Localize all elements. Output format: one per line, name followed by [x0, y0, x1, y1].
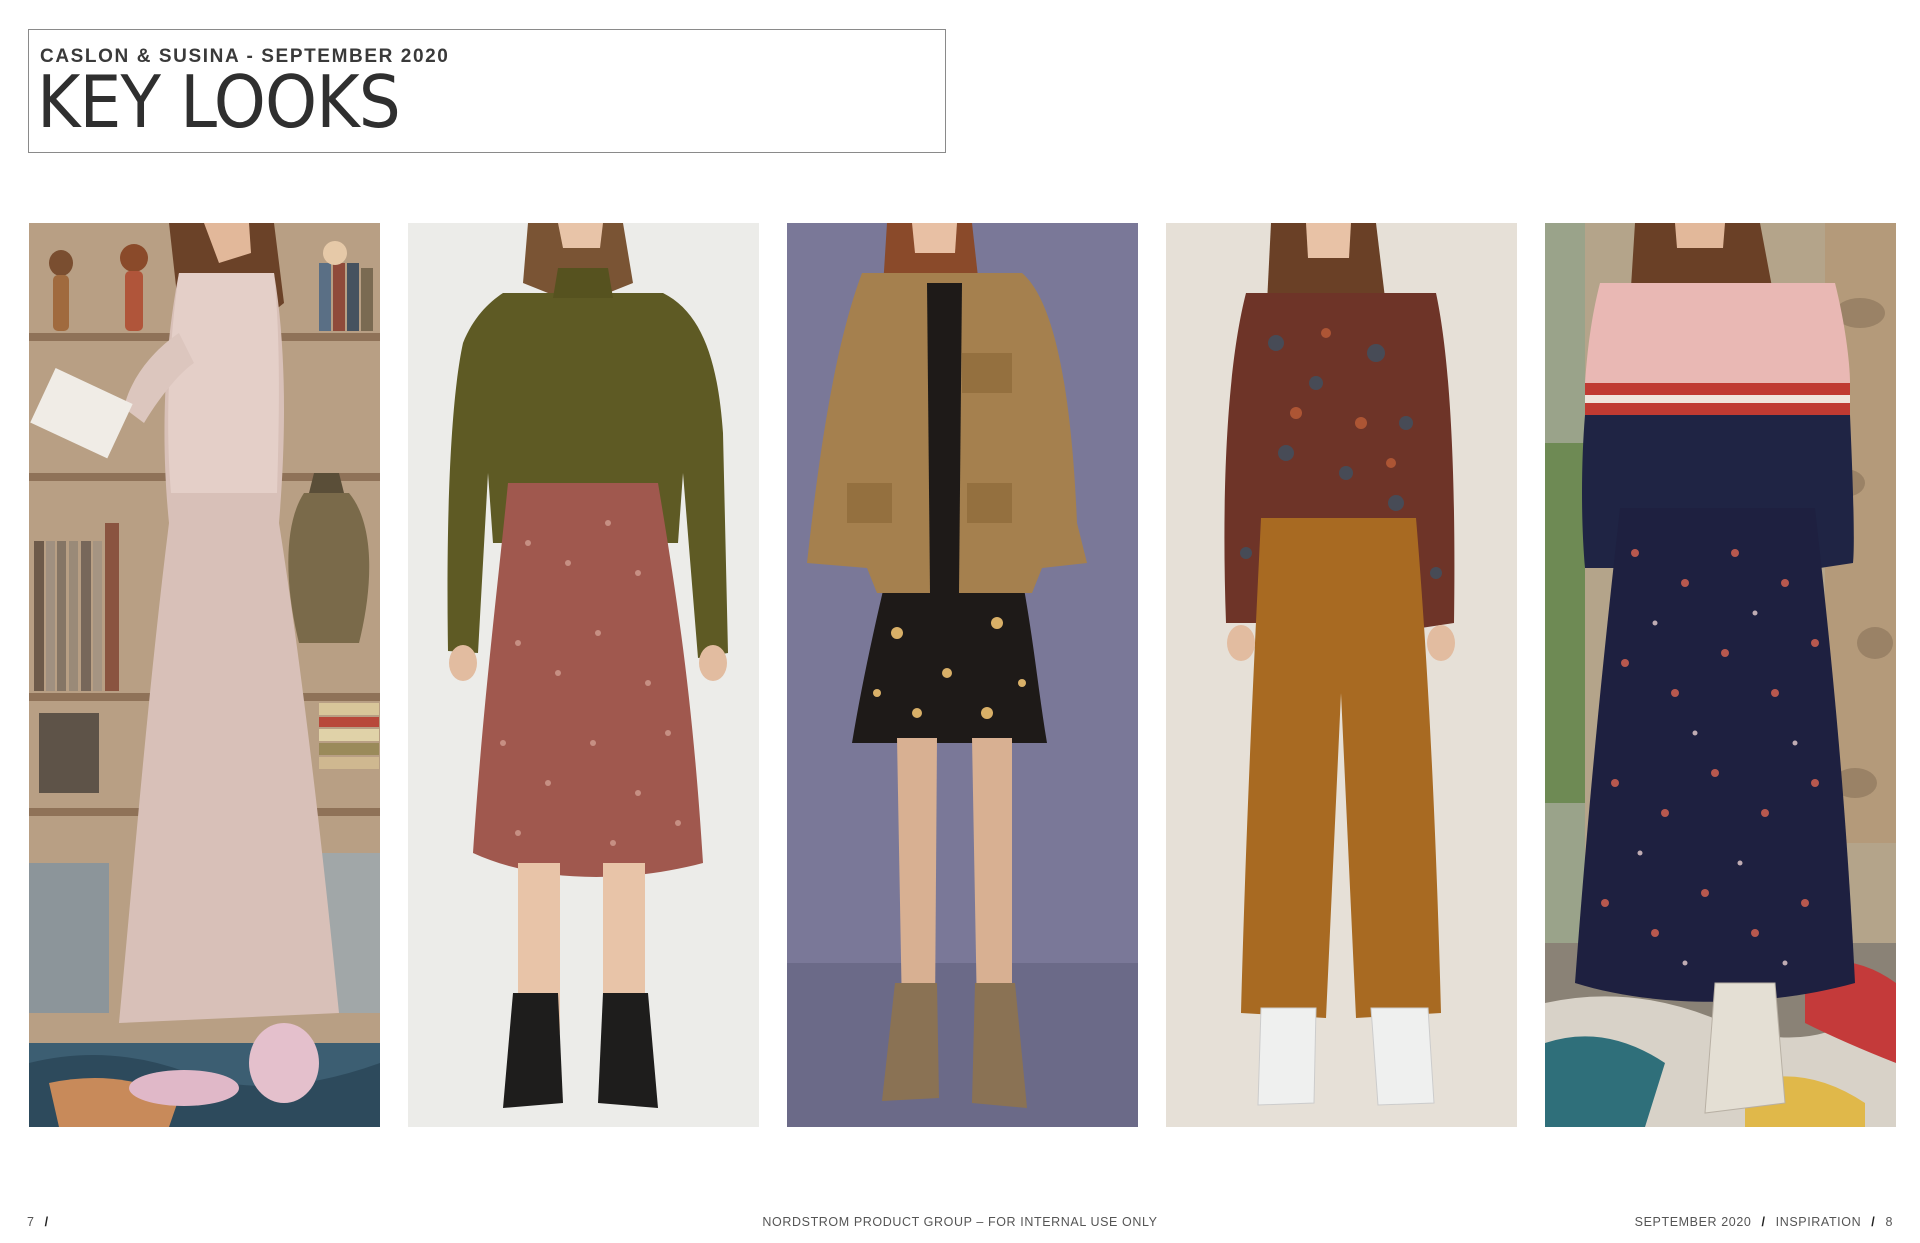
footer-separator: / — [1761, 1215, 1766, 1229]
footer-confidential: NORDSTROM PRODUCT GROUP – FOR INTERNAL U… — [0, 1215, 1920, 1229]
look-5-photo — [1545, 223, 1896, 1127]
look-4-photo — [1166, 223, 1517, 1127]
footer-separator: / — [1871, 1215, 1876, 1229]
footer-section: INSPIRATION — [1775, 1215, 1862, 1229]
look-2-photo — [408, 223, 759, 1127]
look-3-photo — [787, 223, 1138, 1127]
key-looks-gallery — [0, 223, 1920, 1127]
confidential-notice: NORDSTROM PRODUCT GROUP – FOR INTERNAL U… — [762, 1215, 1158, 1229]
footer-page-right: SEPTEMBER 2020 / INSPIRATION / 8 — [1635, 1215, 1893, 1229]
look-1-photo — [29, 223, 380, 1127]
page-number-right: 8 — [1885, 1215, 1893, 1229]
header-box: CASLON & SUSINA - SEPTEMBER 2020 KEY LOO… — [28, 29, 946, 153]
page-title: KEY LOOKS — [37, 60, 401, 144]
footer-date: SEPTEMBER 2020 — [1634, 1215, 1752, 1229]
